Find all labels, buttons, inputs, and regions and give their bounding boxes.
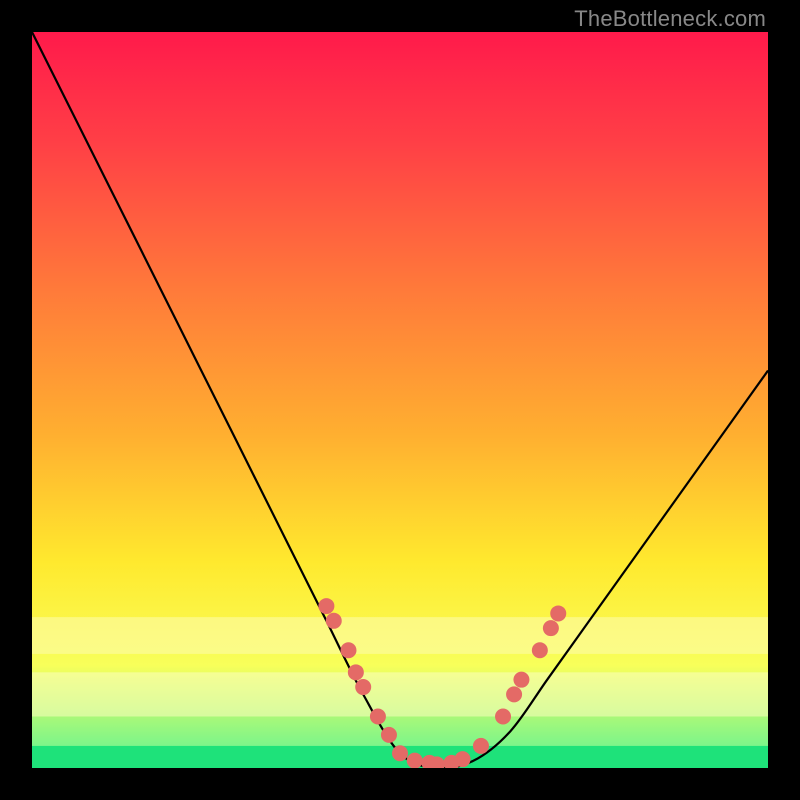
highlight-dot <box>340 642 356 658</box>
highlight-dot <box>318 598 334 614</box>
highlight-dot <box>455 751 471 767</box>
plot-area <box>32 32 768 768</box>
highlight-dot <box>506 686 522 702</box>
highlight-dot <box>513 672 529 688</box>
highlight-dot <box>532 642 548 658</box>
highlight-dot <box>392 745 408 761</box>
highlight-dot <box>381 727 397 743</box>
highlight-dot <box>407 753 423 768</box>
highlight-dot <box>370 708 386 724</box>
watermark-text: TheBottleneck.com <box>574 6 766 32</box>
highlight-dot <box>543 620 559 636</box>
highlight-dot <box>326 613 342 629</box>
highlight-dot <box>473 738 489 754</box>
highlight-dots <box>318 598 566 768</box>
outer-frame: TheBottleneck.com <box>0 0 800 800</box>
curve-layer <box>32 32 768 768</box>
bottleneck-curve <box>32 32 768 768</box>
highlight-dot <box>550 605 566 621</box>
highlight-dot <box>495 708 511 724</box>
highlight-dot <box>355 679 371 695</box>
highlight-dot <box>348 664 364 680</box>
